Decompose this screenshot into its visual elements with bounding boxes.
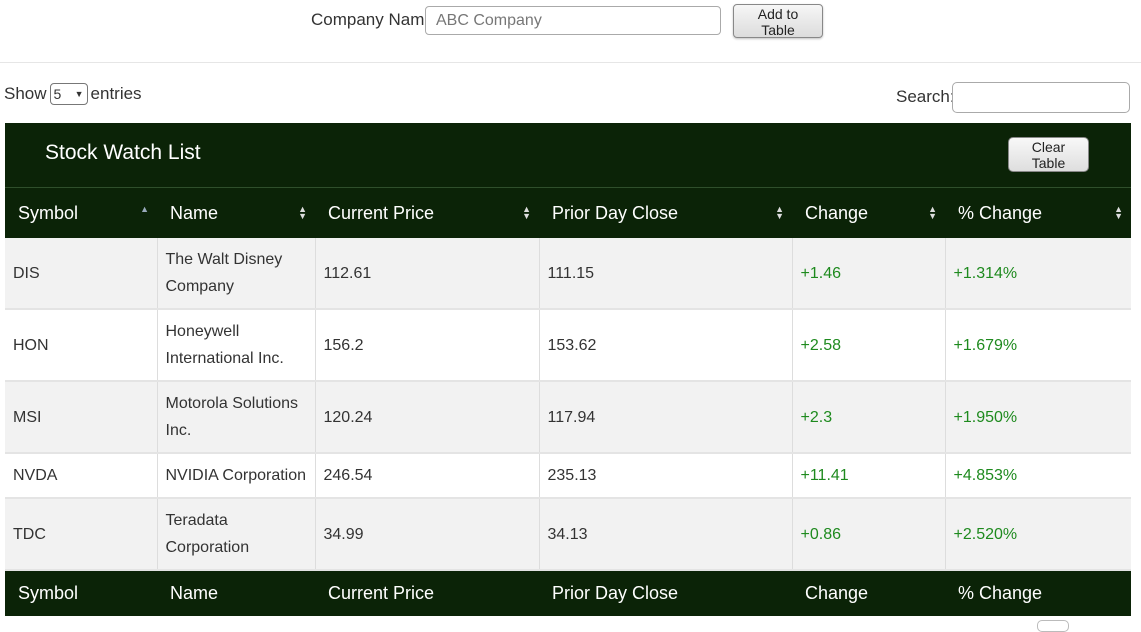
footer-name: Name: [157, 570, 315, 616]
entries-length-control: Show 5 ▼ entries: [4, 83, 142, 105]
cell-change: +1.46: [792, 238, 946, 310]
sort-asc-icon: ▲: [140, 204, 149, 214]
cell-prior: 117.94: [539, 381, 793, 454]
cell-change: +0.86: [792, 498, 946, 571]
cell-name: Motorola Solutions Inc.: [157, 381, 316, 454]
footer-prior-day-close: Prior Day Close: [539, 570, 792, 616]
table-row[interactable]: HON Honeywell International Inc. 156.2 1…: [5, 309, 1131, 382]
table-row[interactable]: TDC Teradata Corporation 34.99 34.13 +0.…: [5, 498, 1131, 571]
cell-pct-change: +1.679%: [945, 309, 1131, 382]
sort-both-icon: ▲ ▼: [775, 204, 784, 221]
cell-change: +11.41: [792, 453, 946, 499]
footer-symbol: Symbol: [5, 570, 157, 616]
entries-selected-value: 5: [53, 86, 62, 102]
company-name-label: Company Name: [311, 10, 434, 29]
company-name-input[interactable]: [425, 6, 721, 35]
cell-name: The Walt Disney Company: [157, 238, 316, 310]
cell-price: 246.54: [315, 453, 540, 499]
stock-table-container: Stock Watch List Clear Table Symbol ▲ Nam…: [5, 123, 1131, 616]
cell-price: 112.61: [315, 238, 540, 310]
cell-symbol: MSI: [5, 381, 158, 454]
add-to-table-button[interactable]: Add to Table: [733, 4, 823, 38]
search-input[interactable]: [952, 82, 1130, 113]
clear-table-button[interactable]: Clear Table: [1008, 137, 1089, 172]
sort-both-icon: ▲ ▼: [928, 204, 937, 221]
sort-both-icon: ▲ ▼: [522, 204, 531, 221]
sort-both-icon: ▲ ▼: [298, 204, 307, 221]
entries-select[interactable]: 5 ▼: [49, 83, 88, 105]
dropdown-arrow-icon: ▼: [74, 89, 84, 99]
cell-change: +2.58: [792, 309, 946, 382]
column-header-label: % Change: [958, 202, 1043, 223]
footer-current-price: Current Price: [315, 570, 539, 616]
entries-label: entries: [90, 84, 142, 103]
cell-prior: 235.13: [539, 453, 793, 499]
cell-price: 34.99: [315, 498, 540, 571]
cell-pct-change: +4.853%: [945, 453, 1131, 499]
cell-name: Honeywell International Inc.: [157, 309, 316, 382]
cell-symbol: NVDA: [5, 453, 158, 499]
cell-pct-change: +2.520%: [945, 498, 1131, 571]
cell-pct-change: +1.314%: [945, 238, 1131, 310]
cell-price: 120.24: [315, 381, 540, 454]
column-header-pct-change[interactable]: % Change ▲ ▼: [945, 188, 1131, 238]
cell-symbol: DIS: [5, 238, 158, 310]
footer-pct-change: % Change: [945, 570, 1131, 616]
cell-change: +2.3: [792, 381, 946, 454]
pagination-button[interactable]: [1037, 620, 1069, 632]
cell-symbol: HON: [5, 309, 158, 382]
column-header-prior-day-close[interactable]: Prior Day Close ▲ ▼: [539, 188, 792, 238]
stock-table: Symbol ▲ Name ▲ ▼ Current Price ▲ ▼ Prior Day…: [5, 188, 1131, 616]
sort-both-icon: ▲ ▼: [1114, 204, 1123, 221]
column-header-label: Prior Day Close: [552, 202, 679, 223]
cell-prior: 34.13: [539, 498, 793, 571]
table-row[interactable]: NVDA NVIDIA Corporation 246.54 235.13 +1…: [5, 453, 1131, 499]
column-header-name[interactable]: Name ▲ ▼: [157, 188, 315, 238]
column-header-current-price[interactable]: Current Price ▲ ▼: [315, 188, 539, 238]
column-header-change[interactable]: Change ▲ ▼: [792, 188, 945, 238]
column-header-label: Symbol: [18, 202, 79, 223]
table-row[interactable]: MSI Motorola Solutions Inc. 120.24 117.9…: [5, 381, 1131, 454]
cell-name: Teradata Corporation: [157, 498, 316, 571]
cell-price: 156.2: [315, 309, 540, 382]
cell-name: NVIDIA Corporation: [157, 453, 316, 499]
show-label: Show: [4, 84, 47, 103]
column-header-label: Change: [805, 202, 869, 223]
search-label: Search:: [896, 87, 955, 106]
cell-prior: 111.15: [539, 238, 793, 310]
footer-change: Change: [792, 570, 945, 616]
table-caption: Stock Watch List Clear Table: [5, 123, 1131, 188]
add-company-form: Company Name Add to Table: [0, 0, 1141, 63]
table-header-row: Symbol ▲ Name ▲ ▼ Current Price ▲ ▼ Prior Day…: [5, 188, 1131, 238]
table-title: Stock Watch List: [45, 141, 201, 164]
cell-pct-change: +1.950%: [945, 381, 1131, 454]
column-header-label: Name: [170, 202, 219, 223]
column-header-label: Current Price: [328, 202, 435, 223]
table-footer-row: Symbol Name Current Price Prior Day Clos…: [5, 570, 1131, 616]
column-header-symbol[interactable]: Symbol ▲: [5, 188, 157, 238]
cell-symbol: TDC: [5, 498, 158, 571]
cell-prior: 153.62: [539, 309, 793, 382]
table-row[interactable]: DIS The Walt Disney Company 112.61 111.1…: [5, 238, 1131, 310]
